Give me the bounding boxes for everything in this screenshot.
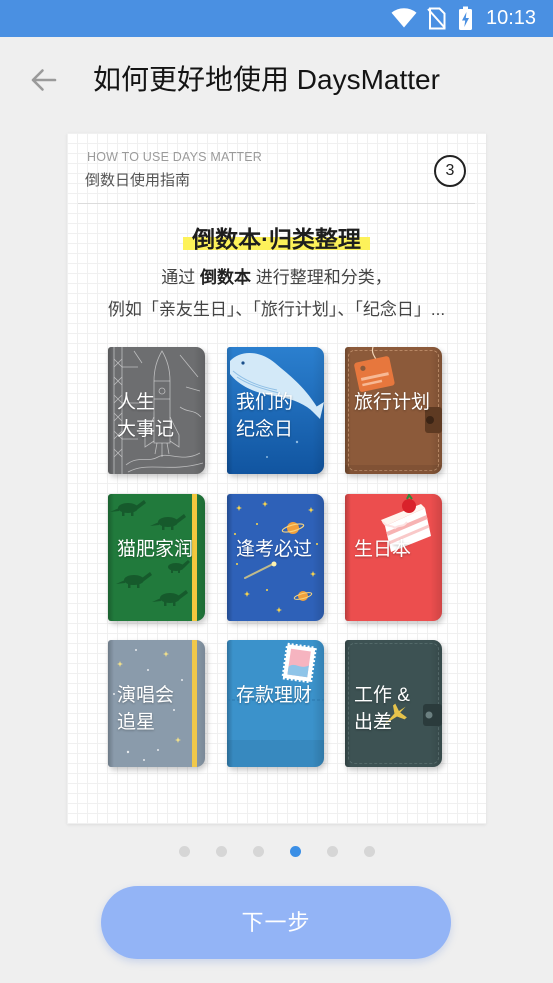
notebook-label: 我们的 纪念日 [236,392,294,440]
page-dot [178,846,190,857]
notebook-label: 存款理财 [236,685,313,706]
notebook-label: 生日本 [354,539,412,560]
notebook-label: 工作 & 出差 [354,685,410,733]
guide-eyebrow: HOW TO USE DAYS MATTER [87,150,263,164]
notebook-exam: 逢考必过 [227,494,324,621]
page-dot [363,846,375,857]
description-keyword: 倒数本 [200,268,251,287]
guide-subtitle: 倒数日使用指南 [85,172,191,189]
guide-heading-text: 倒数本·归类整理 [183,226,370,252]
status-bar: 10:13 [0,0,553,37]
guide-heading: 倒数本·归类整理 [67,223,486,255]
notebook-birthday: 生日本 [345,494,442,621]
notebook-home: 猫肥家润 [108,494,205,621]
notebook-anniversary: 我们的 纪念日 [227,347,324,474]
notebook-travel-plan: 旅行计划 [345,347,442,474]
notebook-savings: 存款理财 [227,640,324,767]
notebook-label: 猫肥家润 [117,539,194,560]
page-dot-active [289,846,301,857]
guide-description-line-1: 通过 倒数本 进行整理和分类， [67,266,486,290]
divider [78,203,475,204]
step-number-badge: 3 [434,155,466,187]
back-arrow-icon[interactable] [29,67,57,93]
page-dot [215,846,227,857]
notebook-label: 人生 大事记 [117,392,175,440]
guide-card: HOW TO USE DAYS MATTER 倒数日使用指南 3 倒数本·归类整… [67,133,486,824]
notebook-business-trip: 工作 & 出差 [345,640,442,767]
notebook-label: 旅行计划 [354,392,431,413]
description-text: 通过 [161,268,200,287]
next-step-button[interactable]: 下一步 [101,886,451,959]
notebook-concert: 演唱会 追星 [108,640,205,767]
pagination [0,846,553,857]
notebook-life-milestones: 人生 大事记 [108,347,205,474]
battery-charging-icon [459,6,472,30]
description-text: 进行整理和分类， [251,268,392,287]
notebook-label: 逢考必过 [236,539,313,560]
page-title: 如何更好地使用 DaysMatter [93,64,440,95]
page-dot [252,846,264,857]
status-time: 10:13 [486,7,537,29]
guide-description-line-2: 例如「亲友生日」、「旅行计划」、「纪念日」... [107,300,446,319]
no-sim-icon [427,7,446,30]
wifi-icon [391,8,417,28]
page-dot [326,846,338,857]
notebook-label: 演唱会 追星 [117,685,175,733]
